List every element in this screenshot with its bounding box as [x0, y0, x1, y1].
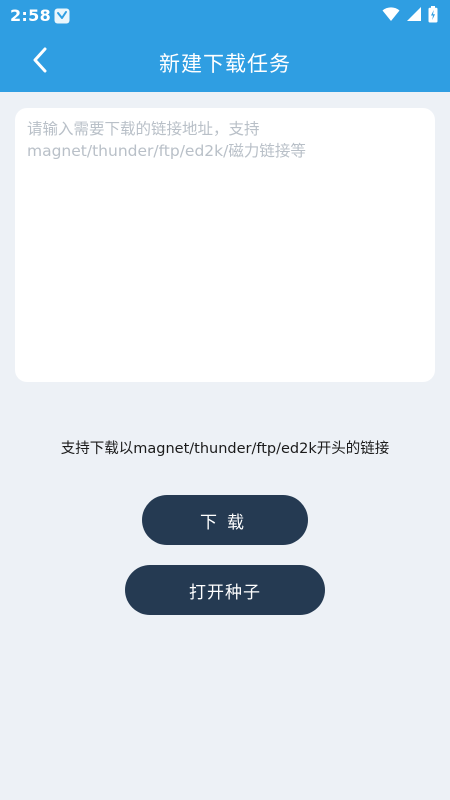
status-time: 2:58: [10, 6, 51, 25]
page-title: 新建下载任务: [159, 52, 291, 76]
hint-text: 支持下载以magnet/thunder/ftp/ed2k开头的链接: [60, 441, 390, 457]
status-icons: [382, 5, 438, 27]
app-bar: 新建下载任务: [0, 32, 450, 92]
url-input[interactable]: [15, 108, 435, 382]
open-torrent-button[interactable]: 打开种子: [125, 565, 325, 615]
download-button[interactable]: 下载: [142, 495, 308, 545]
status-bar: 2:58: [0, 0, 450, 32]
battery-icon: [428, 5, 438, 27]
app-notification-icon: [54, 8, 70, 24]
wifi-icon: [382, 6, 400, 26]
url-input-container: [15, 108, 435, 382]
signal-icon: [406, 6, 422, 26]
